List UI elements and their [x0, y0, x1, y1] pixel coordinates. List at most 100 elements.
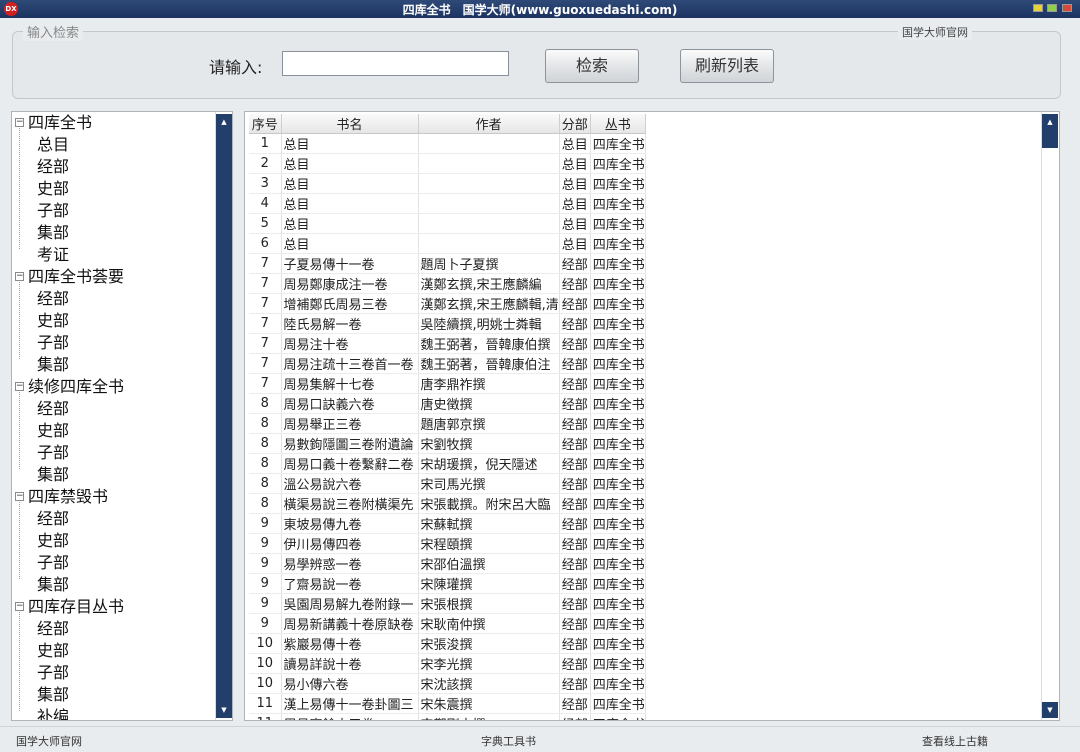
collapse-toggle-icon[interactable]: − — [15, 272, 24, 281]
column-header[interactable]: 分部 — [559, 114, 591, 134]
tree-node[interactable]: − 四库全书 — [12, 112, 232, 134]
tree-child-node[interactable]: 考证 — [12, 244, 232, 266]
scroll-down-arrow-icon[interactable]: ▼ — [1042, 702, 1058, 718]
column-header[interactable]: 作者 — [418, 114, 560, 134]
collapse-toggle-icon[interactable]: − — [15, 602, 24, 611]
tree-child-node[interactable]: 史部 — [12, 530, 232, 552]
table-cell: 总目 — [559, 173, 591, 194]
table-row[interactable]: 7 周易集解十七卷 唐李鼎祚撰 经部 四库全书 — [249, 373, 646, 394]
table-row[interactable]: 9 了齋易說一卷 宋陳瓘撰 经部 四库全书 — [249, 573, 646, 594]
tree-node[interactable]: − 四库存目丛书 — [12, 596, 232, 618]
table-scrollbar[interactable]: ▲ ▼ — [1041, 112, 1059, 720]
minimize-button[interactable] — [1033, 4, 1043, 12]
maximize-button[interactable] — [1047, 4, 1057, 12]
table-row[interactable]: 10 易小傳六卷 宋沈該撰 经部 四库全书 — [249, 673, 646, 694]
close-button[interactable] — [1062, 4, 1072, 12]
table-cell: 宋張浚撰 — [418, 633, 560, 654]
refresh-list-button[interactable]: 刷新列表 — [680, 49, 774, 83]
tree-child-node[interactable]: 经部 — [12, 398, 232, 420]
tree-node[interactable]: − 四库全书荟要 — [12, 266, 232, 288]
tree-child-node[interactable]: 史部 — [12, 640, 232, 662]
tree-child-node[interactable]: 集部 — [12, 354, 232, 376]
table-row[interactable]: 2 总目 总目 四库全书 — [249, 153, 646, 174]
table-cell: 总目 — [559, 193, 591, 214]
table-row[interactable]: 7 周易注十卷 魏王弼著，晉韓康伯撰 经部 四库全书 — [249, 333, 646, 354]
table-row[interactable]: 8 易數鉤隱圖三卷附遺論 宋劉牧撰 经部 四库全书 — [249, 433, 646, 454]
scroll-up-arrow-icon[interactable]: ▲ — [216, 114, 232, 130]
table-row[interactable]: 1 总目 总目 四库全书 — [249, 133, 646, 154]
tree-child-node[interactable]: 经部 — [12, 618, 232, 640]
table-row[interactable]: 8 周易口訣義六卷 唐史徵撰 经部 四库全书 — [249, 393, 646, 414]
table-row[interactable]: 11 漢上易傳十一卷卦圖三 宋朱震撰 经部 四库全书 — [249, 693, 646, 714]
table-row[interactable]: 9 伊川易傳四卷 宋程頤撰 经部 四库全书 — [249, 533, 646, 554]
table-row[interactable]: 9 易學辨惑一卷 宋邵伯溫撰 经部 四库全书 — [249, 553, 646, 574]
tree-child-node[interactable]: 集部 — [12, 464, 232, 486]
table-row[interactable]: 4 总目 总目 四库全书 — [249, 193, 646, 214]
table-row[interactable]: 7 周易鄭康成注一卷 漢鄭玄撰,宋王應麟編 经部 四库全书 — [249, 273, 646, 294]
column-header[interactable]: 书名 — [281, 114, 419, 134]
table-row[interactable]: 7 增補鄭氏周易三卷 漢鄭玄撰,宋王應麟輯,清 经部 四库全书 — [249, 293, 646, 314]
tree-child-node[interactable]: 经部 — [12, 508, 232, 530]
status-online-books-link[interactable]: 查看线上古籍 — [922, 733, 988, 749]
tree-child-node[interactable]: 子部 — [12, 442, 232, 464]
tree-node-label: 四库全书 — [28, 113, 93, 132]
table-row[interactable]: 8 周易舉正三卷 題唐郭京撰 经部 四库全书 — [249, 413, 646, 434]
table-row[interactable]: 7 周易注疏十三卷首一卷 魏王弼著，晉韓康伯注 经部 四库全书 — [249, 353, 646, 374]
tree-child-node[interactable]: 子部 — [12, 662, 232, 684]
table-row[interactable]: 10 紫巖易傳十卷 宋張浚撰 经部 四库全书 — [249, 633, 646, 654]
tree-child-node[interactable]: 集部 — [12, 574, 232, 596]
tree-child-node[interactable]: 史部 — [12, 420, 232, 442]
table-cell: 经部 — [559, 593, 591, 614]
table-row[interactable]: 8 橫渠易說三卷附橫渠先 宋張載撰。附宋呂大臨 经部 四库全书 — [249, 493, 646, 514]
tree-scroll-thumb[interactable] — [216, 130, 232, 702]
tree-node[interactable]: − 续修四库全书 — [12, 376, 232, 398]
status-official-site-link[interactable]: 国学大师官网 — [16, 733, 82, 749]
collapse-toggle-icon[interactable]: − — [15, 118, 24, 127]
table-row[interactable]: 8 溫公易說六卷 宋司馬光撰 经部 四库全书 — [249, 473, 646, 494]
table-row[interactable]: 5 总目 总目 四库全书 — [249, 213, 646, 234]
official-site-link[interactable]: 国学大师官网 — [898, 24, 972, 40]
status-dictionary-tools-link[interactable]: 字典工具书 — [481, 733, 536, 749]
tree-child-node[interactable]: 史部 — [12, 310, 232, 332]
tree-node[interactable]: − 四库禁毁书 — [12, 486, 232, 508]
tree-child-node[interactable]: 子部 — [12, 552, 232, 574]
table-cell: 经部 — [559, 473, 591, 494]
tree-child-node[interactable]: 集部 — [12, 222, 232, 244]
table-row[interactable]: 7 子夏易傳十一卷 題周卜子夏撰 经部 四库全书 — [249, 253, 646, 274]
table-scroll-thumb[interactable] — [1042, 130, 1058, 148]
table-row[interactable]: 9 東坡易傳九卷 宋蘇軾撰 经部 四库全书 — [249, 513, 646, 534]
table-cell: 经部 — [559, 693, 591, 714]
tree-child-node[interactable]: 史部 — [12, 178, 232, 200]
column-header[interactable]: 丛书 — [590, 114, 646, 134]
tree-child-node[interactable]: 经部 — [12, 156, 232, 178]
table-row[interactable]: 7 陸氏易解一卷 吳陸續撰,明姚士粦輯 经部 四库全书 — [249, 313, 646, 334]
search-input[interactable] — [282, 51, 509, 76]
table-cell: 讀易詳說十卷 — [281, 653, 419, 674]
tree-scrollbar[interactable]: ▲ ▼ — [215, 112, 232, 720]
table-row[interactable]: 3 总目 总目 四库全书 — [249, 173, 646, 194]
table-row[interactable]: 8 周易口義十卷繫辭二卷 宋胡瑗撰，倪天隱述 经部 四库全书 — [249, 453, 646, 474]
scroll-up-arrow-icon[interactable]: ▲ — [1042, 114, 1058, 130]
table-row[interactable]: 9 吳園周易解九卷附錄一 宋張根撰 经部 四库全书 — [249, 593, 646, 614]
table-body: 1 总目 总目 四库全书 2 总目 总目 四库全书 3 总目 总目 四库全书 4 总目 总目 四库全书 5 总目总… — [249, 133, 646, 720]
scroll-down-arrow-icon[interactable]: ▼ — [216, 702, 232, 718]
table-cell: 1 — [249, 133, 282, 154]
table-cell: 7 — [249, 353, 282, 374]
column-header[interactable]: 序号 — [249, 114, 282, 134]
table-row[interactable]: 10 讀易詳說十卷 宋李光撰 经部 四库全书 — [249, 653, 646, 674]
table-cell: 8 — [249, 473, 282, 494]
table-cell: 经部 — [559, 413, 591, 434]
tree-child-node[interactable]: 子部 — [12, 332, 232, 354]
table-row[interactable]: 6 总目 总目 四库全书 — [249, 233, 646, 254]
tree-child-node[interactable]: 子部 — [12, 200, 232, 222]
tree-child-node[interactable]: 总目 — [12, 134, 232, 156]
table-cell: 魏王弼著，晉韓康伯注 — [418, 353, 560, 374]
table-row[interactable]: 11周易窺餘十五卷宋鄭剛中撰经部四库全书 — [249, 713, 646, 720]
search-button[interactable]: 检索 — [545, 49, 639, 83]
tree-child-node[interactable]: 集部 — [12, 684, 232, 706]
tree-child-node[interactable]: 补编 — [12, 706, 232, 720]
collapse-toggle-icon[interactable]: − — [15, 492, 24, 501]
collapse-toggle-icon[interactable]: − — [15, 382, 24, 391]
table-row[interactable]: 9 周易新講義十卷原缺卷 宋耿南仲撰 经部 四库全书 — [249, 613, 646, 634]
tree-child-node[interactable]: 经部 — [12, 288, 232, 310]
